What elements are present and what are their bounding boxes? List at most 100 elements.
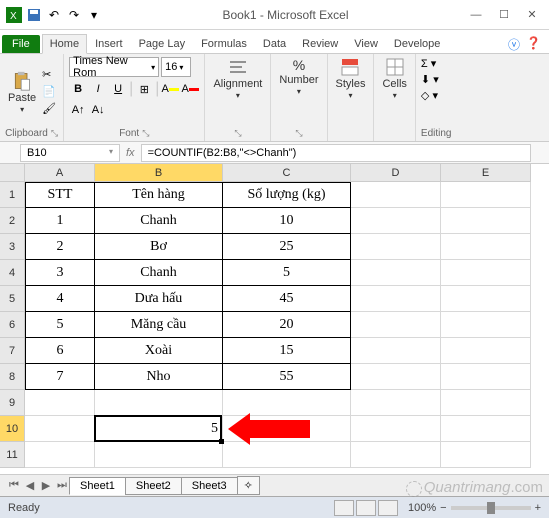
col-header-b[interactable]: B bbox=[95, 164, 223, 182]
font-color-button[interactable]: A bbox=[181, 80, 199, 98]
minimize-ribbon-icon[interactable]: ⓥ bbox=[508, 36, 520, 53]
cell[interactable]: Dưa hấu bbox=[95, 286, 223, 312]
copy-icon[interactable]: 📄 bbox=[42, 85, 58, 99]
tab-page-layout[interactable]: Page Lay bbox=[131, 34, 193, 53]
row-header[interactable]: 11 bbox=[0, 442, 25, 468]
row-header[interactable]: 2 bbox=[0, 208, 25, 234]
cells-button[interactable]: Cells▾ bbox=[379, 57, 409, 100]
fill-color-button[interactable]: A bbox=[161, 80, 179, 98]
fx-icon[interactable]: fx bbox=[120, 147, 141, 159]
worksheet[interactable]: A B C D E 1 2 3 4 5 6 7 8 9 10 11 STTTên… bbox=[0, 164, 549, 474]
page-break-view-button[interactable] bbox=[378, 500, 398, 516]
alignment-button[interactable]: Alignment▾ bbox=[210, 57, 265, 100]
launcher-icon[interactable]: ⤡ bbox=[295, 128, 302, 139]
cell[interactable]: Măng cầu bbox=[95, 312, 223, 338]
cut-icon[interactable]: ✂ bbox=[42, 68, 58, 82]
cell[interactable]: 6 bbox=[25, 338, 95, 364]
tab-review[interactable]: Review bbox=[294, 34, 346, 53]
launcher-icon[interactable]: ⤡ bbox=[142, 128, 149, 139]
minimize-button[interactable]: — bbox=[463, 5, 489, 25]
first-sheet-icon[interactable]: ⏮ bbox=[6, 478, 22, 494]
cell[interactable]: 25 bbox=[223, 234, 351, 260]
cell[interactable] bbox=[351, 416, 441, 442]
format-painter-icon[interactable]: 🖌 bbox=[42, 102, 58, 116]
normal-view-button[interactable] bbox=[334, 500, 354, 516]
tab-formulas[interactable]: Formulas bbox=[193, 34, 255, 53]
row-header[interactable]: 7 bbox=[0, 338, 25, 364]
cell[interactable]: 5 bbox=[223, 260, 351, 286]
cell[interactable] bbox=[441, 208, 531, 234]
cell[interactable]: 7 bbox=[25, 364, 95, 390]
cell[interactable]: Xoài bbox=[95, 338, 223, 364]
font-size-select[interactable]: 16 ▾ bbox=[161, 57, 191, 77]
new-sheet-button[interactable]: ✧ bbox=[237, 476, 260, 495]
cell[interactable] bbox=[441, 390, 531, 416]
cell[interactable]: 1 bbox=[25, 208, 95, 234]
row-header[interactable]: 8 bbox=[0, 364, 25, 390]
cell[interactable]: Chanh bbox=[95, 208, 223, 234]
zoom-in-button[interactable]: + bbox=[535, 502, 541, 514]
underline-button[interactable]: U bbox=[109, 80, 127, 98]
sheet-tab-3[interactable]: Sheet3 bbox=[181, 477, 238, 495]
cell[interactable] bbox=[351, 338, 441, 364]
row-header[interactable]: 10 bbox=[0, 416, 25, 442]
cell[interactable] bbox=[223, 442, 351, 468]
col-header-e[interactable]: E bbox=[441, 164, 531, 182]
prev-sheet-icon[interactable]: ◀ bbox=[22, 478, 38, 494]
help-icon[interactable]: ❓ bbox=[526, 36, 541, 53]
cell[interactable] bbox=[25, 416, 95, 442]
cell[interactable]: Tên hàng bbox=[95, 182, 223, 208]
redo-icon[interactable]: ↷ bbox=[66, 7, 82, 23]
cell[interactable]: 3 bbox=[25, 260, 95, 286]
paste-button[interactable]: Paste ▾ bbox=[5, 71, 39, 114]
cell[interactable] bbox=[441, 364, 531, 390]
decrease-font-icon[interactable]: A↓ bbox=[89, 101, 107, 119]
tab-data[interactable]: Data bbox=[255, 34, 294, 53]
border-button[interactable]: ⊞ bbox=[135, 80, 153, 98]
row-header[interactable]: 5 bbox=[0, 286, 25, 312]
fill-handle[interactable] bbox=[219, 439, 224, 444]
cell[interactable] bbox=[441, 286, 531, 312]
increase-font-icon[interactable]: A↑ bbox=[69, 101, 87, 119]
cell[interactable] bbox=[351, 182, 441, 208]
zoom-level[interactable]: 100% bbox=[408, 502, 436, 514]
col-header-c[interactable]: C bbox=[223, 164, 351, 182]
font-name-select[interactable]: Times New Rom ▾ bbox=[69, 57, 159, 77]
qat-dropdown-icon[interactable]: ▾ bbox=[86, 7, 102, 23]
cell[interactable] bbox=[441, 260, 531, 286]
name-box[interactable]: B10▾ bbox=[20, 144, 120, 162]
row-header[interactable]: 9 bbox=[0, 390, 25, 416]
cell[interactable]: Số lượng (kg) bbox=[223, 182, 351, 208]
cell[interactable]: 45 bbox=[223, 286, 351, 312]
row-header[interactable]: 4 bbox=[0, 260, 25, 286]
cell[interactable] bbox=[441, 312, 531, 338]
tab-developer[interactable]: Develope bbox=[386, 34, 448, 53]
excel-icon[interactable]: X bbox=[6, 7, 22, 23]
styles-button[interactable]: Styles▾ bbox=[333, 57, 369, 100]
cell[interactable]: 20 bbox=[223, 312, 351, 338]
tab-file[interactable]: File bbox=[2, 35, 40, 53]
close-button[interactable]: ✕ bbox=[519, 5, 545, 25]
cell[interactable]: 15 bbox=[223, 338, 351, 364]
formula-bar[interactable]: =COUNTIF(B2:B8,"<>Chanh") bbox=[141, 144, 531, 162]
sheet-tab-1[interactable]: Sheet1 bbox=[69, 477, 126, 495]
zoom-out-button[interactable]: − bbox=[440, 502, 446, 514]
cell[interactable] bbox=[441, 182, 531, 208]
sheet-tab-2[interactable]: Sheet2 bbox=[125, 477, 182, 495]
launcher-icon[interactable]: ⤡ bbox=[234, 128, 241, 139]
cell[interactable] bbox=[351, 442, 441, 468]
save-icon[interactable] bbox=[26, 7, 42, 23]
fill-button[interactable]: ⬇ ▾ bbox=[421, 73, 439, 86]
next-sheet-icon[interactable]: ▶ bbox=[38, 478, 54, 494]
cell[interactable] bbox=[351, 234, 441, 260]
cell[interactable]: Bơ bbox=[95, 234, 223, 260]
col-header-d[interactable]: D bbox=[351, 164, 441, 182]
cell[interactable]: 2 bbox=[25, 234, 95, 260]
cell[interactable] bbox=[351, 260, 441, 286]
cell[interactable] bbox=[441, 416, 531, 442]
launcher-icon[interactable]: ⤡ bbox=[51, 128, 58, 139]
col-header-a[interactable]: A bbox=[25, 164, 95, 182]
row-header[interactable]: 6 bbox=[0, 312, 25, 338]
row-header[interactable]: 3 bbox=[0, 234, 25, 260]
last-sheet-icon[interactable]: ⏭ bbox=[54, 478, 70, 494]
